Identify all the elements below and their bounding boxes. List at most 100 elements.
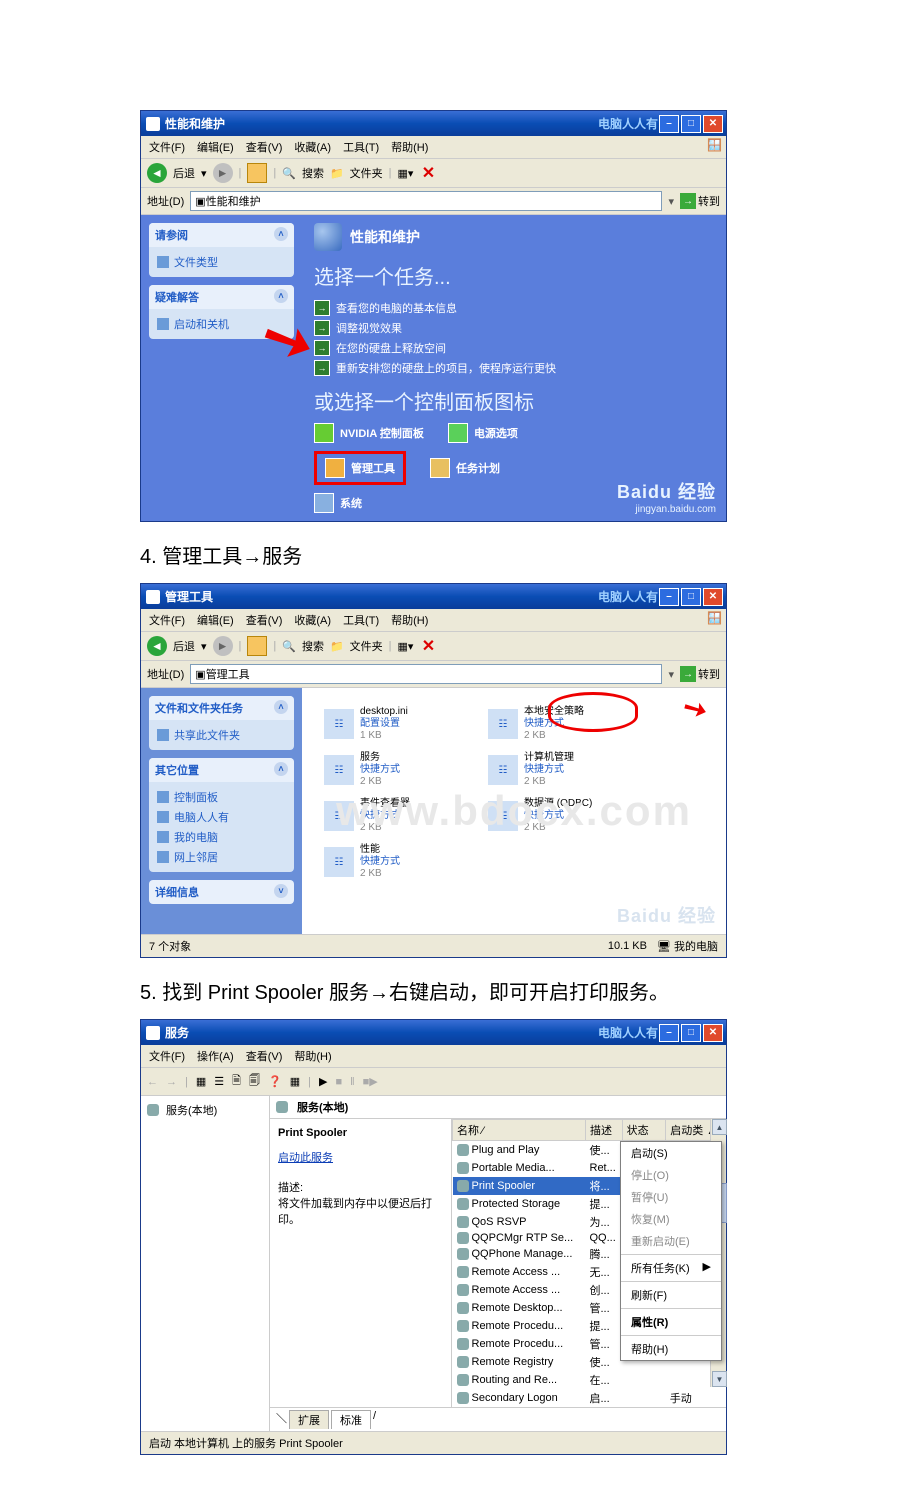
maximize-button[interactable]: □ bbox=[681, 1024, 701, 1042]
task-link[interactable]: →重新安排您的硬盘上的项目，使程序运行更快 bbox=[314, 358, 714, 378]
other-brand[interactable]: 电脑人人有 bbox=[157, 807, 286, 827]
minimize-button[interactable]: – bbox=[659, 1024, 679, 1042]
menu-tools[interactable]: 工具(T) bbox=[343, 139, 379, 155]
menu-view[interactable]: 查看(V) bbox=[246, 612, 283, 628]
up-folder-button[interactable] bbox=[247, 163, 267, 183]
ctx-start[interactable]: 启动(S) bbox=[621, 1142, 721, 1164]
tab-extended[interactable]: 扩展 bbox=[289, 1410, 329, 1429]
cp-system[interactable]: 系统 bbox=[314, 493, 362, 513]
cp-power[interactable]: 电源选项 bbox=[448, 423, 518, 443]
menu-view[interactable]: 查看(V) bbox=[246, 1048, 283, 1064]
task-link[interactable]: →查看您的电脑的基本信息 bbox=[314, 298, 714, 318]
file-item[interactable]: ☷事件查看器快捷方式2 KB bbox=[324, 798, 464, 834]
back-button[interactable]: ◄ bbox=[147, 163, 167, 183]
back-button[interactable]: ◄ bbox=[147, 636, 167, 656]
views-button[interactable]: ▦▾ bbox=[398, 640, 414, 653]
search-label[interactable]: 搜索 bbox=[302, 165, 324, 181]
expand-icon[interactable]: ˅ bbox=[274, 884, 288, 898]
go-button[interactable]: → 转到 bbox=[680, 193, 720, 209]
titlebar[interactable]: 管理工具 电脑人人有 – □ ✕ bbox=[141, 584, 726, 609]
task-link[interactable]: →在您的硬盘上释放空间 bbox=[314, 338, 714, 358]
menu-help[interactable]: 帮助(H) bbox=[391, 139, 428, 155]
file-item[interactable]: ☷计算机管理快捷方式2 KB bbox=[488, 752, 628, 788]
up-folder-button[interactable] bbox=[247, 636, 267, 656]
tree-root[interactable]: 服务(本地) bbox=[145, 1100, 265, 1120]
service-row[interactable]: Secondary Logon启...手动 bbox=[453, 1389, 726, 1407]
file-item[interactable]: ☷desktop.ini配置设置1 KB bbox=[324, 706, 464, 742]
menu-fav[interactable]: 收藏(A) bbox=[294, 139, 331, 155]
menu-tools[interactable]: 工具(T) bbox=[343, 612, 379, 628]
share-folder-link[interactable]: 共享此文件夹 bbox=[157, 725, 286, 745]
ctx-refresh[interactable]: 刷新(F) bbox=[621, 1284, 721, 1306]
file-item[interactable]: ☷数据源 (ODBC)快捷方式2 KB bbox=[488, 798, 628, 834]
menu-action[interactable]: 操作(A) bbox=[197, 1048, 234, 1064]
delete-button[interactable]: ✕ bbox=[419, 164, 437, 182]
delete-button[interactable]: ✕ bbox=[419, 637, 437, 655]
search-label[interactable]: 搜索 bbox=[302, 638, 324, 654]
folders-label[interactable]: 文件夹 bbox=[350, 165, 383, 181]
forward-button[interactable]: ► bbox=[213, 636, 233, 656]
other-control-panel[interactable]: 控制面板 bbox=[157, 787, 286, 807]
views-button[interactable]: ▦▾ bbox=[398, 167, 414, 180]
service-row[interactable]: Routing and Re...在... bbox=[453, 1371, 726, 1389]
cp-nvidia[interactable]: NVIDIA 控制面板 bbox=[314, 423, 424, 443]
collapse-icon[interactable]: ˄ bbox=[274, 700, 288, 714]
menu-edit[interactable]: 编辑(E) bbox=[197, 612, 234, 628]
tb-btn[interactable]: ▦ bbox=[196, 1075, 206, 1088]
menu-view[interactable]: 查看(V) bbox=[246, 139, 283, 155]
col-status[interactable]: 状态 bbox=[622, 1120, 666, 1141]
minimize-button[interactable]: – bbox=[659, 588, 679, 606]
restart-icon[interactable]: ■▶ bbox=[363, 1075, 378, 1088]
nav-fwd-icon[interactable]: → bbox=[166, 1076, 177, 1088]
menu-file[interactable]: 文件(F) bbox=[149, 1048, 185, 1064]
titlebar[interactable]: 服务 电脑人人有 – □ ✕ bbox=[141, 1020, 726, 1045]
address-input[interactable]: ▣ 管理工具 bbox=[190, 664, 662, 684]
menu-help[interactable]: 帮助(H) bbox=[294, 1048, 331, 1064]
scroll-down-icon[interactable]: ▼ bbox=[712, 1371, 727, 1387]
menu-file[interactable]: 文件(F) bbox=[149, 139, 185, 155]
address-input[interactable]: ▣ 性能和维护 bbox=[190, 191, 662, 211]
menu-fav[interactable]: 收藏(A) bbox=[294, 612, 331, 628]
menu-help[interactable]: 帮助(H) bbox=[391, 612, 428, 628]
task-link[interactable]: →调整视觉效果 bbox=[314, 318, 714, 338]
file-item[interactable]: ☷性能快捷方式2 KB bbox=[324, 844, 464, 880]
pause-icon[interactable]: ‖ bbox=[350, 1076, 355, 1088]
minimize-button[interactable]: – bbox=[659, 115, 679, 133]
cp-schedule[interactable]: 任务计划 bbox=[430, 451, 500, 485]
tb-btn[interactable]: ▦ bbox=[290, 1075, 300, 1088]
col-desc[interactable]: 描述 bbox=[586, 1120, 623, 1141]
maximize-button[interactable]: □ bbox=[681, 588, 701, 606]
close-button[interactable]: ✕ bbox=[703, 115, 723, 133]
collapse-icon[interactable]: ˄ bbox=[274, 762, 288, 776]
forward-button[interactable]: ► bbox=[213, 163, 233, 183]
file-item[interactable]: ☷服务快捷方式2 KB bbox=[324, 752, 464, 788]
maximize-button[interactable]: □ bbox=[681, 115, 701, 133]
folders-label[interactable]: 文件夹 bbox=[350, 638, 383, 654]
nav-back-icon[interactable]: ← bbox=[147, 1076, 158, 1088]
other-network[interactable]: 网上邻居 bbox=[157, 847, 286, 867]
addr-dropdown-icon[interactable]: ▾ bbox=[668, 668, 674, 681]
tb-btn[interactable]: 🗐 bbox=[249, 1072, 260, 1091]
tb-btn[interactable]: ❓ bbox=[268, 1075, 282, 1088]
go-button[interactable]: → 转到 bbox=[680, 666, 720, 682]
see-also-item[interactable]: 文件类型 bbox=[157, 252, 286, 272]
titlebar[interactable]: 性能和维护 电脑人人有 – □ ✕ bbox=[141, 111, 726, 136]
start-icon[interactable]: ▶ bbox=[319, 1075, 327, 1088]
menu-edit[interactable]: 编辑(E) bbox=[197, 139, 234, 155]
ctx-help[interactable]: 帮助(H) bbox=[621, 1338, 721, 1360]
other-mycomputer[interactable]: 我的电脑 bbox=[157, 827, 286, 847]
start-service-link[interactable]: 启动此服务 bbox=[278, 1149, 443, 1165]
admin-tools-highlight[interactable]: 管理工具 bbox=[314, 451, 406, 485]
close-button[interactable]: ✕ bbox=[703, 1024, 723, 1042]
tab-standard[interactable]: 标准 bbox=[331, 1410, 371, 1429]
tb-btn[interactable]: 🗎 bbox=[232, 1072, 241, 1091]
stop-icon[interactable]: ■ bbox=[335, 1076, 342, 1088]
menu-file[interactable]: 文件(F) bbox=[149, 612, 185, 628]
ctx-alltasks[interactable]: 所有任务(K)▶ bbox=[621, 1257, 721, 1279]
close-button[interactable]: ✕ bbox=[703, 588, 723, 606]
addr-dropdown-icon[interactable]: ▾ bbox=[668, 195, 674, 208]
scroll-up-icon[interactable]: ▲ bbox=[712, 1119, 727, 1135]
tb-btn[interactable]: ☰ bbox=[214, 1075, 224, 1088]
ctx-props[interactable]: 属性(R) bbox=[621, 1311, 721, 1333]
col-name[interactable]: 名称 ⁄ bbox=[453, 1120, 586, 1141]
